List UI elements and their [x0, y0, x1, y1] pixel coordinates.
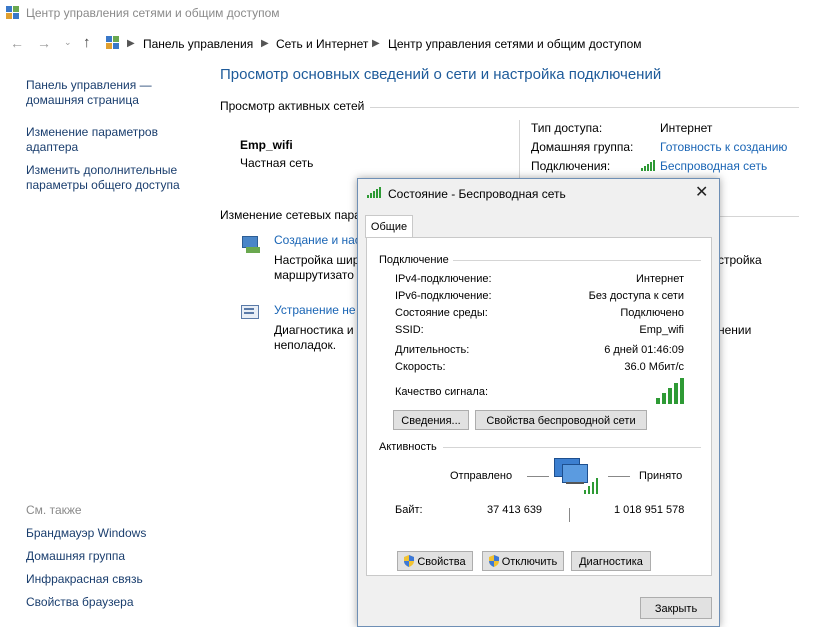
ipv6-value: Без доступа к сети: [588, 290, 684, 302]
left-nav-adapter-line1[interactable]: Изменение параметров: [26, 125, 158, 140]
left-nav-adapter-settings[interactable]: Изменение параметров адаптера: [26, 125, 158, 155]
wireless-properties-button[interactable]: Свойства беспроводной сети: [475, 410, 647, 430]
troubleshoot-desc: Диагностика и: [274, 323, 354, 337]
see-also-firewall[interactable]: Брандмауэр Windows: [26, 526, 146, 541]
speed-value: 36.0 Мбит/с: [624, 361, 684, 373]
see-also-label: См. также: [26, 503, 82, 517]
signal-strength-icon: [656, 378, 686, 404]
see-also-homegroup[interactable]: Домашняя группа: [26, 549, 125, 564]
network-activity-icon: [552, 456, 600, 496]
uac-shield-icon: [404, 554, 415, 567]
control-panel-icon: [106, 36, 120, 50]
left-nav-home[interactable]: Панель управления — домашняя страница: [26, 78, 152, 108]
close-button[interactable]: Закрыть: [640, 597, 712, 619]
create-connection-desc2: маршрутизато: [274, 268, 354, 282]
network-name: Emp_wifi: [240, 138, 293, 152]
active-networks-header: Просмотр активных сетей: [220, 99, 365, 113]
create-connection-desc: Настройка шир: [274, 253, 360, 267]
general-panel: Подключение IPv4-подключение: Интернет I…: [366, 237, 712, 576]
received-label: Принято: [639, 470, 683, 482]
up-arrow-icon[interactable]: ↑: [83, 34, 91, 51]
breadcrumb-control-panel[interactable]: Панель управления: [143, 37, 253, 51]
wifi-signal-icon: [641, 159, 655, 171]
window-title: Центр управления сетями и общим доступом: [26, 6, 280, 20]
properties-button[interactable]: Свойства: [397, 551, 473, 571]
create-connection-link[interactable]: Создание и нас: [274, 233, 361, 247]
bytes-label: Байт:: [395, 504, 423, 516]
homegroup-label: Домашняя группа:: [531, 140, 634, 154]
duration-label: Длительность:: [395, 344, 470, 356]
media-state-value: Подключено: [620, 307, 684, 319]
troubleshoot-desc-tail: нении: [718, 323, 752, 337]
bytes-sent-value: 37 413 639: [487, 504, 543, 516]
left-nav-sharing-line1[interactable]: Изменить дополнительные: [26, 163, 180, 178]
homegroup-link[interactable]: Готовность к созданию: [660, 140, 787, 154]
diagnose-button[interactable]: Диагностика: [571, 551, 651, 571]
access-type-label: Тип доступа:: [531, 121, 603, 135]
breadcrumb-network-center[interactable]: Центр управления сетями и общим доступом: [388, 37, 642, 51]
uac-shield-icon: [488, 554, 499, 567]
connection-group-label: Подключение: [379, 254, 449, 266]
new-connection-icon: [240, 233, 262, 255]
window-title-bar: Центр управления сетями и общим доступом: [0, 0, 815, 26]
details-button[interactable]: Сведения...: [393, 410, 469, 430]
connection-link[interactable]: Беспроводная сеть: [660, 159, 767, 173]
signal-quality-label: Качество сигнала:: [395, 386, 489, 398]
connections-label: Подключения:: [531, 159, 611, 173]
control-panel-icon: [6, 6, 20, 20]
wireless-status-dialog: Состояние - Беспроводная сеть ✕ Общие По…: [357, 178, 720, 627]
ssid-value: Emp_wifi: [639, 324, 684, 336]
wifi-signal-icon: [367, 187, 382, 198]
activity-group-label: Активность: [379, 441, 437, 453]
page-heading: Просмотр основных сведений о сети и наст…: [220, 66, 662, 83]
divider: [608, 476, 630, 477]
ipv6-label: IPv6-подключение:: [395, 290, 492, 302]
close-icon[interactable]: ✕: [695, 182, 708, 202]
ipv4-value: Интернет: [636, 273, 684, 285]
divider: [569, 508, 570, 522]
troubleshoot-link[interactable]: Устранение не: [274, 303, 356, 317]
disable-button[interactable]: Отключить: [482, 551, 564, 571]
properties-button-label: Свойства: [417, 556, 466, 568]
divider: [443, 447, 701, 448]
left-nav-adapter-line2[interactable]: адаптера: [26, 140, 158, 155]
left-nav-home-line2[interactable]: домашняя страница: [26, 93, 152, 108]
bytes-received-value: 1 018 951 578: [614, 504, 685, 516]
recent-chevron-icon[interactable]: ⌄: [64, 37, 72, 48]
create-connection-desc-tail: стройка: [718, 253, 762, 267]
divider: [519, 120, 520, 180]
ssid-label: SSID:: [395, 324, 424, 336]
tab-general[interactable]: Общие: [365, 215, 413, 238]
troubleshoot-desc2: неполадок.: [274, 338, 337, 352]
sent-label: Отправлено: [450, 470, 513, 482]
breadcrumb-separator-icon: ▶: [372, 38, 380, 49]
ipv4-label: IPv4-подключение:: [395, 273, 492, 285]
troubleshoot-icon: [240, 303, 262, 323]
speed-label: Скорость:: [395, 361, 446, 373]
divider: [527, 476, 549, 477]
back-arrow-icon[interactable]: ←: [10, 35, 24, 51]
left-nav-sharing-settings[interactable]: Изменить дополнительные параметры общего…: [26, 163, 180, 193]
network-type[interactable]: Частная сеть: [240, 156, 313, 170]
breadcrumb-separator-icon: ▶: [127, 38, 135, 49]
left-nav-sharing-line2[interactable]: параметры общего доступа: [26, 178, 180, 193]
breadcrumb-network-internet[interactable]: Сеть и Интернет: [276, 37, 368, 51]
change-settings-header: Изменение сетевых пара: [220, 208, 361, 222]
divider: [718, 216, 799, 217]
see-also-browser-options[interactable]: Свойства браузера: [26, 595, 134, 610]
forward-arrow-icon[interactable]: →: [37, 35, 51, 51]
breadcrumb-separator-icon: ▶: [261, 38, 269, 49]
duration-value: 6 дней 01:46:09: [604, 344, 684, 356]
media-state-label: Состояние среды:: [395, 307, 488, 319]
divider: [370, 107, 799, 108]
access-type-value: Интернет: [660, 121, 713, 135]
disable-button-label: Отключить: [501, 556, 558, 568]
left-nav-home-line1[interactable]: Панель управления —: [26, 78, 152, 93]
divider: [453, 260, 701, 261]
dialog-title: Состояние - Беспроводная сеть: [388, 187, 566, 201]
see-also-infrared[interactable]: Инфракрасная связь: [26, 572, 143, 587]
